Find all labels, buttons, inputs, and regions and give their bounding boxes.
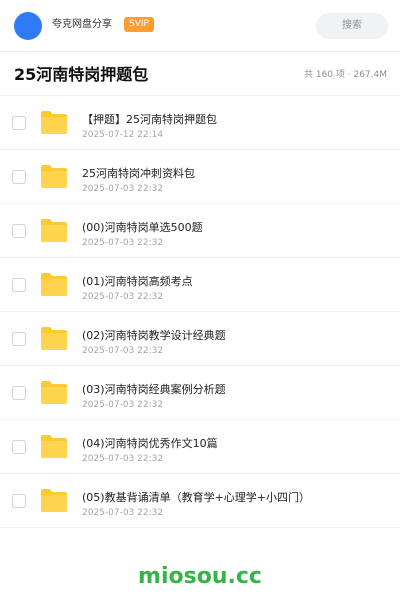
file-date: 2025-07-12 22:14 <box>82 130 164 140</box>
checkbox[interactable] <box>12 278 26 292</box>
checkbox[interactable] <box>12 386 26 400</box>
folder-icon <box>41 165 67 188</box>
file-date: 2025-07-03 22:32 <box>82 238 164 248</box>
file-row[interactable]: (05)教基背诵清单（教育学+心理学+小四门） 2025-07-03 22:32 <box>0 474 400 528</box>
file-row[interactable]: (02)河南特岗教学设计经典题 2025-07-03 22:32 <box>0 312 400 366</box>
avatar[interactable] <box>14 12 42 40</box>
file-date: 2025-07-03 22:32 <box>82 346 164 356</box>
folder-icon <box>41 273 67 296</box>
folder-icon <box>41 327 67 350</box>
search-button[interactable]: 搜索 <box>316 13 388 39</box>
page-title: 25河南特岗押题包 <box>14 65 149 84</box>
svip-badge: SVIP <box>124 17 154 32</box>
file-name: (03)河南特岗经典案例分析题 <box>82 383 226 396</box>
folder-icon <box>41 111 67 134</box>
checkbox[interactable] <box>12 440 26 454</box>
file-name: (01)河南特岗高频考点 <box>82 275 193 288</box>
file-name: 【押题】25河南特岗押题包 <box>82 113 217 126</box>
file-row[interactable]: (04)河南特岗优秀作文10篇 2025-07-03 22:32 <box>0 420 400 474</box>
file-name: (04)河南特岗优秀作文10篇 <box>82 437 218 450</box>
checkbox[interactable] <box>12 494 26 508</box>
file-name: 25河南特岗冲刺资料包 <box>82 167 195 180</box>
file-list: 【押题】25河南特岗押题包 2025-07-12 22:14 25河南特岗冲刺资… <box>0 96 400 528</box>
file-date: 2025-07-03 22:32 <box>82 184 164 194</box>
file-date: 2025-07-03 22:32 <box>82 508 164 518</box>
folder-header: 25河南特岗押题包 共 160 项 · 267.4M <box>0 52 400 96</box>
checkbox[interactable] <box>12 170 26 184</box>
top-bar: 夸克网盘分享 SVIP 搜索 <box>0 0 400 52</box>
checkbox[interactable] <box>12 224 26 238</box>
watermark: miosou.cc <box>138 564 262 589</box>
folder-meta: 共 160 项 · 267.4M <box>303 70 387 80</box>
file-row[interactable]: (00)河南特岗单选500题 2025-07-03 22:32 <box>0 204 400 258</box>
file-row[interactable]: 【押题】25河南特岗押题包 2025-07-12 22:14 <box>0 96 400 150</box>
file-name: (00)河南特岗单选500题 <box>82 221 203 234</box>
file-date: 2025-07-03 22:32 <box>82 400 164 410</box>
file-date: 2025-07-03 22:32 <box>82 292 164 302</box>
checkbox[interactable] <box>12 116 26 130</box>
sharer-name: 夸克网盘分享 <box>52 19 112 30</box>
folder-icon <box>41 489 67 512</box>
file-row[interactable]: (03)河南特岗经典案例分析题 2025-07-03 22:32 <box>0 366 400 420</box>
file-row[interactable]: 25河南特岗冲刺资料包 2025-07-03 22:32 <box>0 150 400 204</box>
file-date: 2025-07-03 22:32 <box>82 454 164 464</box>
folder-icon <box>41 435 67 458</box>
file-row[interactable]: (01)河南特岗高频考点 2025-07-03 22:32 <box>0 258 400 312</box>
file-name: (05)教基背诵清单（教育学+心理学+小四门） <box>82 491 311 504</box>
folder-icon <box>41 381 67 404</box>
file-name: (02)河南特岗教学设计经典题 <box>82 329 226 342</box>
folder-icon <box>41 219 67 242</box>
checkbox[interactable] <box>12 332 26 346</box>
